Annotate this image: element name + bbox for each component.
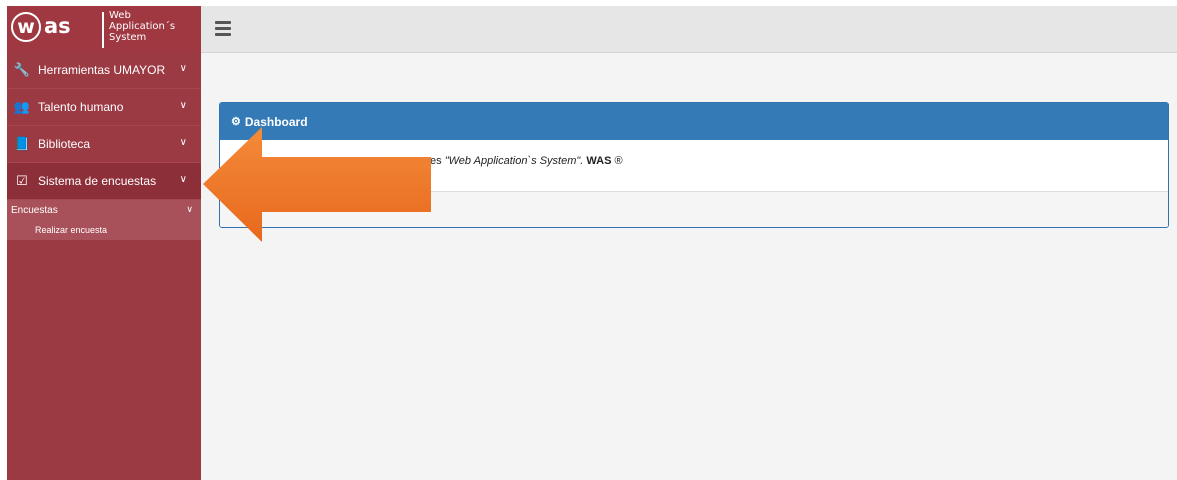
arrow-shape [203, 127, 431, 242]
highlight-arrow [203, 127, 431, 242]
